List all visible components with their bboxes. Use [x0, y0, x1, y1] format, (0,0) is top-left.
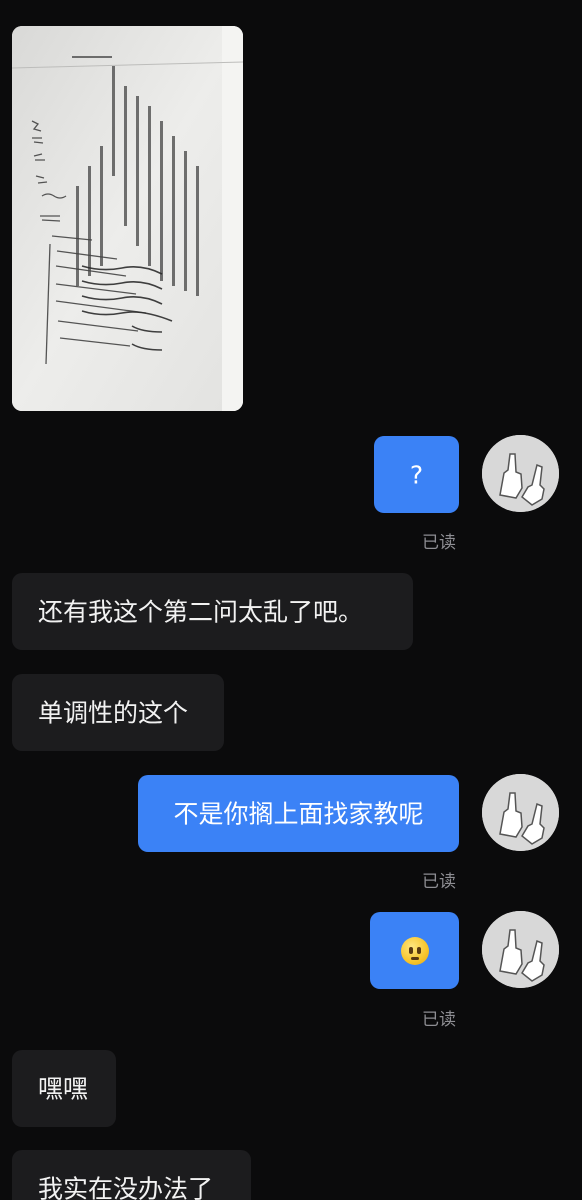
- message-text: ?: [409, 460, 424, 489]
- message-text: 我实在没办法了: [38, 1174, 214, 1200]
- my-avatar[interactable]: [482, 435, 559, 512]
- incoming-message-bubble[interactable]: 我实在没办法了: [12, 1150, 251, 1200]
- incoming-message-bubble[interactable]: 单调性的这个: [12, 674, 224, 751]
- middle-fingers-hands-icon: [482, 435, 559, 512]
- outgoing-message-bubble[interactable]: ?: [374, 436, 459, 513]
- message-text: 单调性的这个: [38, 698, 189, 727]
- message-text: 不是你搁上面找家教呢: [173, 799, 424, 828]
- middle-fingers-hands-icon: [482, 774, 559, 851]
- read-status: 已读: [422, 533, 456, 553]
- incoming-message-bubble[interactable]: 嘿嘿: [12, 1050, 116, 1127]
- outgoing-message-bubble[interactable]: 不是你搁上面找家教呢: [138, 775, 459, 852]
- chat-message-list[interactable]: ? 已读 还有我这个第二问太乱了吧。 单调性的这个 不是你搁上面找家教呢 已读: [0, 0, 582, 1200]
- incoming-message-bubble[interactable]: 还有我这个第二问太乱了吧。: [12, 573, 413, 650]
- worksheet-photo: [12, 26, 243, 411]
- read-status: 已读: [422, 1010, 456, 1030]
- my-avatar[interactable]: [482, 774, 559, 851]
- flushed-face-emoji-icon: [400, 936, 429, 965]
- message-text: 嘿嘿: [38, 1074, 89, 1103]
- outgoing-emoji-bubble[interactable]: [370, 912, 459, 989]
- middle-fingers-hands-icon: [482, 911, 559, 988]
- incoming-photo-message[interactable]: [12, 26, 243, 411]
- message-text: 还有我这个第二问太乱了吧。: [38, 597, 364, 626]
- my-avatar[interactable]: [482, 911, 559, 988]
- read-status: 已读: [422, 872, 456, 892]
